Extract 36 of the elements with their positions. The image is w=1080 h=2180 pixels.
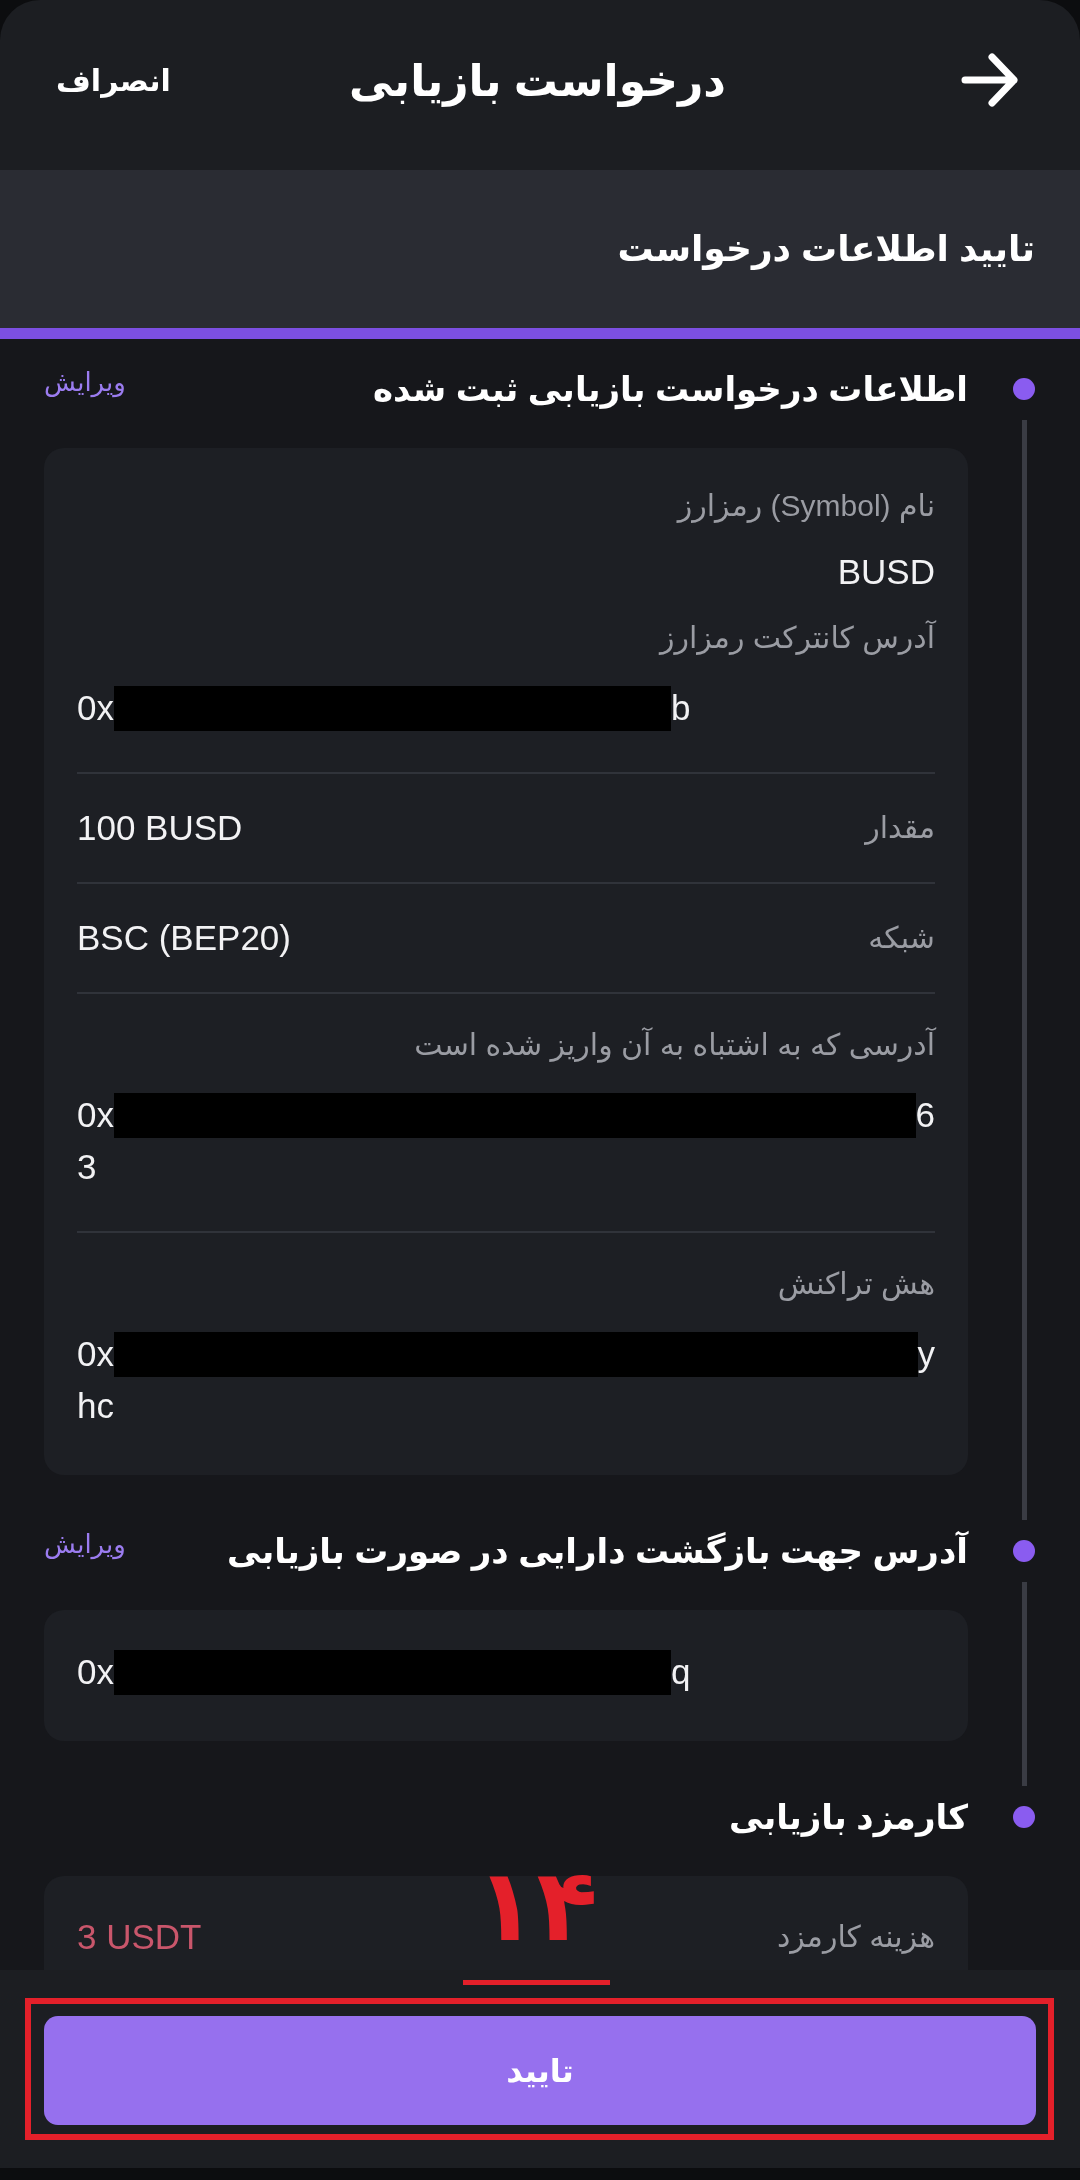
address-text: q — [670, 1651, 691, 1693]
address-text: 0x — [77, 1094, 114, 1136]
address-text: 6 — [915, 1094, 935, 1136]
field-value: 3 USDT — [77, 1916, 202, 1958]
address-text: 0x — [77, 687, 114, 729]
step-title: تایید اطلاعات درخواست — [617, 228, 1035, 270]
field-label: شبکه — [868, 920, 935, 956]
section-title: کارمزد بازیابی — [729, 1797, 968, 1837]
cancel-button[interactable]: انصراف — [56, 62, 171, 98]
edit-link[interactable]: ویرایش — [44, 366, 126, 398]
address-text: hc — [77, 1385, 114, 1427]
field-label: آدرسی که به اشتباه به آن واریز شده است — [413, 1026, 935, 1065]
address-text: 0x — [77, 1651, 114, 1693]
step-dot-icon — [1013, 1540, 1035, 1562]
field-label: هزینه کارمزد — [776, 1919, 935, 1956]
field-value: BUSD — [837, 551, 935, 593]
field-value: 100 BUSD — [77, 807, 243, 849]
address-text: 0x — [77, 1333, 114, 1375]
screen-title: درخواست بازیابی — [349, 54, 726, 106]
section-title: آدرس جهت بازگشت دارایی در صورت بازیابی — [227, 1531, 968, 1571]
address-text: 3 — [77, 1146, 97, 1188]
field-value: BSC (BEP20) — [77, 917, 291, 959]
confirm-button[interactable]: تایید — [44, 2016, 1036, 2125]
field-label: هش تراکنش — [776, 1266, 935, 1303]
field-label: نام (Symbol) رمزارز — [675, 488, 935, 525]
address-text: y — [917, 1333, 935, 1375]
arrow-icon — [961, 52, 1019, 108]
edit-link[interactable]: ویرایش — [44, 1528, 126, 1560]
address-text: b — [670, 687, 691, 729]
back-button[interactable] — [961, 52, 1019, 108]
step-dot-icon — [1013, 1806, 1035, 1828]
step-dot-icon — [1013, 378, 1035, 400]
section-title: اطلاعات درخواست بازیابی ثبت شده — [373, 369, 968, 409]
field-label: مقدار — [865, 810, 935, 847]
step-number: ۱۴ — [463, 1855, 610, 1985]
field-label: آدرس کانترکت رمزارز — [657, 619, 935, 657]
